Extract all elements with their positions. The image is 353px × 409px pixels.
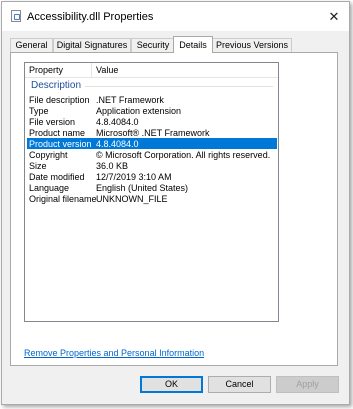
property-name: Copyright bbox=[29, 150, 68, 160]
title-bar: Accessibility.dll Properties ✕ bbox=[2, 2, 349, 31]
property-value: 36.0 KB bbox=[96, 161, 129, 171]
property-name: Language bbox=[29, 183, 70, 193]
details-list[interactable]: Property Value Description File descript… bbox=[24, 62, 279, 322]
property-value: 4.8.4084.0 bbox=[96, 139, 139, 149]
property-name: File description bbox=[29, 95, 90, 105]
window-title: Accessibility.dll Properties bbox=[27, 11, 154, 23]
property-value: 12/7/2019 3:10 AM bbox=[96, 172, 172, 182]
property-name: Product version bbox=[29, 139, 92, 149]
list-item-selected[interactable]: Product version 4.8.4084.0 bbox=[27, 138, 277, 149]
column-divider[interactable] bbox=[91, 63, 92, 77]
tab-previous-versions[interactable]: Previous Versions bbox=[212, 38, 292, 52]
group-header-description: Description bbox=[31, 80, 82, 91]
property-value: © Microsoft Corporation. All rights rese… bbox=[96, 150, 271, 160]
tab-details[interactable]: Details bbox=[173, 36, 213, 53]
property-name: Type bbox=[29, 106, 49, 116]
remove-properties-link[interactable]: Remove Properties and Personal Informati… bbox=[24, 348, 204, 358]
list-item[interactable]: Size 36.0 KB bbox=[25, 160, 278, 171]
property-name: Date modified bbox=[29, 172, 85, 182]
cancel-button[interactable]: Cancel bbox=[208, 376, 271, 393]
tab-general[interactable]: General bbox=[10, 38, 53, 52]
column-header-value[interactable]: Value bbox=[96, 65, 118, 75]
apply-button[interactable]: Apply bbox=[276, 376, 339, 393]
list-item[interactable]: Product name Microsoft® .NET Framework bbox=[25, 127, 278, 138]
details-panel: Property Value Description File descript… bbox=[10, 52, 338, 366]
column-header-property[interactable]: Property bbox=[29, 65, 63, 75]
property-value: Application extension bbox=[96, 106, 182, 116]
property-value: UNKNOWN_FILE bbox=[96, 194, 168, 204]
properties-dialog: Accessibility.dll Properties ✕ General D… bbox=[1, 1, 350, 405]
file-icon bbox=[11, 10, 21, 22]
list-item[interactable]: Language English (United States) bbox=[25, 182, 278, 193]
ok-button[interactable]: OK bbox=[140, 376, 203, 393]
property-name: File version bbox=[29, 117, 76, 127]
close-button[interactable]: ✕ bbox=[319, 2, 349, 31]
list-item[interactable]: File version 4.8.4084.0 bbox=[25, 116, 278, 127]
list-item[interactable]: Type Application extension bbox=[25, 105, 278, 116]
property-value: .NET Framework bbox=[96, 95, 164, 105]
property-value: Microsoft® .NET Framework bbox=[96, 128, 210, 138]
tab-security[interactable]: Security bbox=[131, 38, 175, 52]
property-name: Size bbox=[29, 161, 47, 171]
list-item[interactable]: Original filename UNKNOWN_FILE bbox=[25, 193, 278, 204]
group-divider bbox=[85, 86, 273, 87]
property-value: English (United States) bbox=[96, 183, 189, 193]
property-value: 4.8.4084.0 bbox=[96, 117, 139, 127]
list-item[interactable]: Copyright © Microsoft Corporation. All r… bbox=[25, 149, 278, 160]
list-item[interactable]: File description .NET Framework bbox=[25, 94, 278, 105]
tab-digital-signatures[interactable]: Digital Signatures bbox=[53, 38, 131, 52]
property-name: Product name bbox=[29, 128, 86, 138]
list-header: Property Value bbox=[25, 63, 278, 78]
property-name: Original filename bbox=[29, 194, 97, 204]
list-item[interactable]: Date modified 12/7/2019 3:10 AM bbox=[25, 171, 278, 182]
